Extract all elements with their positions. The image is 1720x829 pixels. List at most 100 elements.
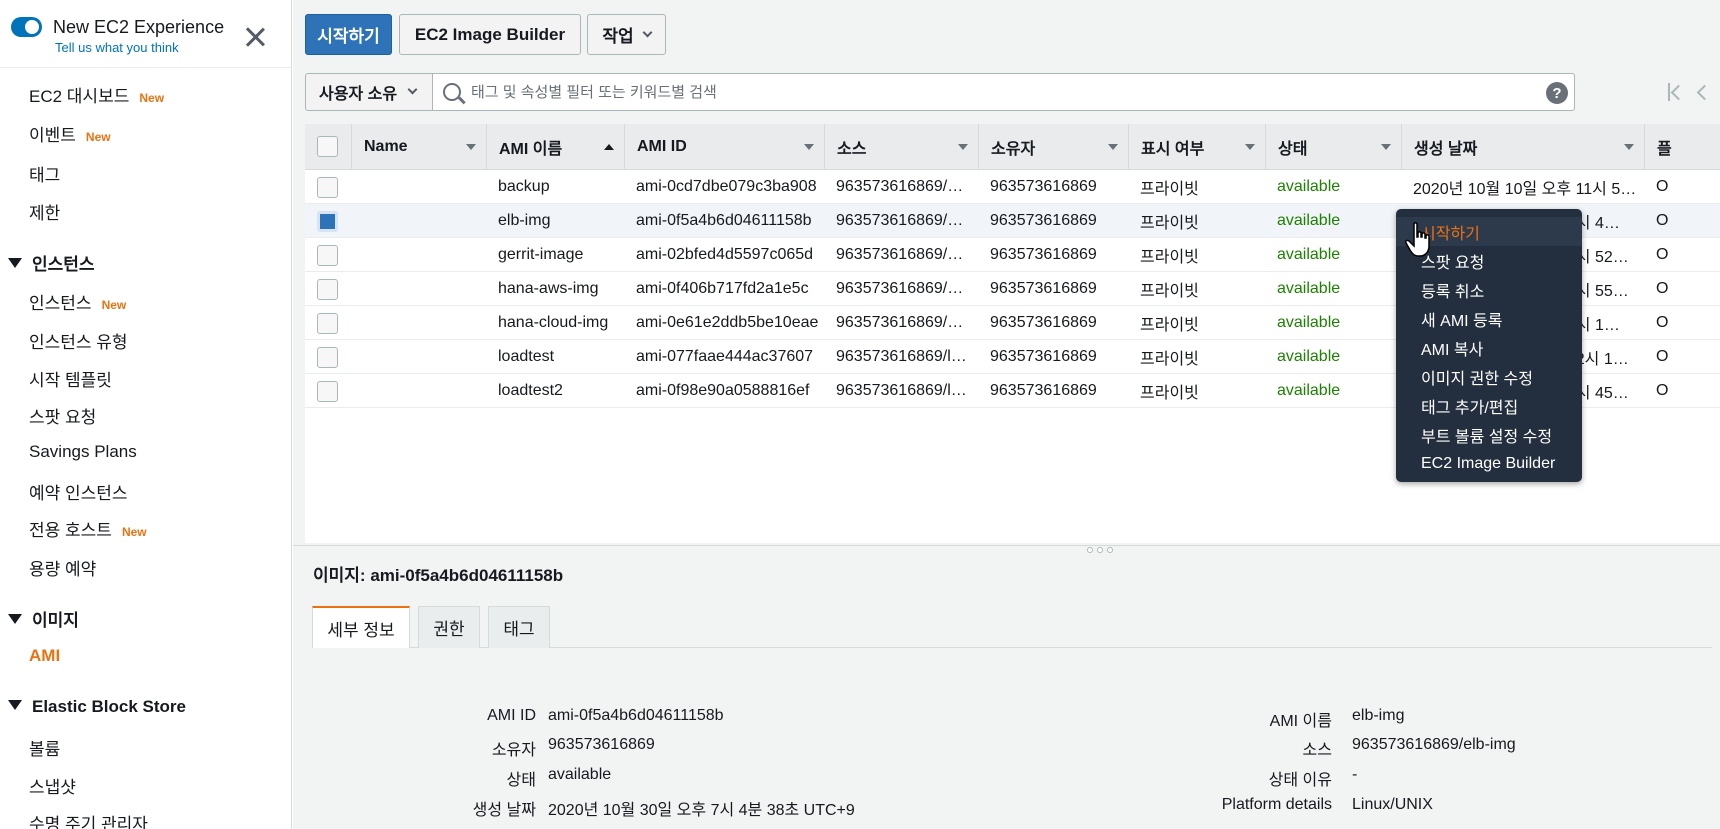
cell-name (351, 272, 486, 306)
details-tabs: 세부 정보 권한 태그 (312, 606, 1712, 649)
section-label: 이미지 (32, 611, 79, 630)
row-checkbox[interactable] (317, 177, 338, 198)
launch-button[interactable]: 시작하기 (305, 14, 392, 55)
cell-status: available (1277, 314, 1341, 331)
menu-item-copy-ami[interactable]: AMI 복사 (1396, 333, 1582, 362)
tab-permissions[interactable]: 권한 (418, 606, 480, 648)
cell-platform: O (1656, 348, 1669, 365)
sidebar-section-instances[interactable]: 인스턴스 (8, 250, 95, 275)
menu-item-deregister[interactable]: 등록 취소 (1396, 275, 1582, 304)
section-label: 인스턴스 (32, 255, 95, 274)
feedback-link[interactable]: Tell us what you think (55, 40, 179, 55)
sidebar-item-label: 인스턴스 (29, 294, 92, 313)
cell-name (351, 238, 486, 272)
actions-label: 작업 (602, 27, 634, 46)
cell-ami-id: ami-0e61e2ddb5be10eae (636, 314, 819, 331)
sidebar-item-volumes[interactable]: 볼륨 (29, 735, 60, 760)
cell-ami-name: hana-aws-img (498, 280, 599, 297)
sidebar-item-events[interactable]: 이벤트 New (29, 121, 111, 146)
detail-label-status: 상태 (506, 772, 536, 789)
close-icon[interactable] (244, 26, 266, 48)
cell-source: 963573616869/… (836, 178, 964, 195)
column-header-source[interactable]: 소스 (824, 124, 978, 170)
sidebar-item-lifecycle-manager[interactable]: 수명 주기 관리자 (29, 810, 148, 829)
tab-tags[interactable]: 태그 (488, 606, 550, 648)
row-checkbox[interactable] (317, 313, 338, 334)
sidebar-item-instances[interactable]: 인스턴스 New (29, 289, 126, 314)
sidebar-item-instance-types[interactable]: 인스턴스 유형 (29, 328, 128, 353)
cell-status: available (1277, 348, 1341, 365)
cell-creation-date: 2020년 10월 10일 오후 11시 5… (1413, 181, 1637, 198)
cell-ami-id: ami-02bfed4d5597c065d (636, 246, 814, 263)
sidebar-item-reserved-instances[interactable]: 예약 인스턴스 (29, 479, 128, 504)
column-header-name[interactable]: Name (351, 124, 486, 170)
detail-value-ami-name: elb-img (1352, 707, 1405, 724)
details-title-value: ami-0f5a4b6d04611158b (370, 566, 564, 585)
menu-item-ec2-image-builder[interactable]: EC2 Image Builder (1396, 449, 1582, 478)
sidebar-item-snapshots[interactable]: 스냅샷 (29, 773, 76, 798)
new-badge: New (121, 525, 147, 539)
column-header-ami-name[interactable]: AMI 이름 (486, 124, 624, 170)
row-checkbox[interactable] (317, 211, 338, 232)
sort-icon (466, 144, 476, 150)
search-input[interactable] (471, 74, 1521, 110)
cell-platform: O (1656, 246, 1669, 263)
detail-label-ami-id: AMI ID (487, 707, 536, 724)
detail-label-ami-name: AMI 이름 (1269, 713, 1332, 730)
sidebar-item-capacity-reservations[interactable]: 용량 예약 (29, 555, 96, 580)
actions-button[interactable]: 작업 (587, 14, 666, 55)
cell-owner: 963573616869 (990, 246, 1097, 263)
table-row[interactable]: backup ami-0cd7dbe079c3ba908 963573616869/… (305, 170, 1720, 204)
cell-status: available (1277, 178, 1341, 195)
row-checkbox[interactable] (317, 347, 338, 368)
cell-ami-name: loadtest (498, 348, 555, 365)
menu-item-modify-boot-volume-setting[interactable]: 부트 볼륨 설정 수정 (1396, 420, 1582, 449)
help-icon[interactable]: ? (1546, 82, 1568, 104)
menu-item-add-edit-tags[interactable]: 태그 추가/편집 (1396, 391, 1582, 420)
previous-page-icon[interactable] (1695, 82, 1709, 102)
image-builder-button[interactable]: EC2 Image Builder (399, 14, 581, 55)
sidebar-section-images[interactable]: 이미지 (8, 606, 79, 631)
sidebar-item-limits[interactable]: 제한 (29, 199, 60, 224)
tab-details[interactable]: 세부 정보 (312, 606, 410, 649)
detail-value-ami-id: ami-0f5a4b6d04611158b (548, 707, 724, 724)
sidebar-item-dedicated-hosts[interactable]: 전용 호스트 New (29, 516, 147, 541)
menu-item-register-new-ami[interactable]: 새 AMI 등록 (1396, 304, 1582, 333)
select-all-checkbox[interactable] (317, 136, 338, 157)
column-header-creation-date[interactable]: 생성 날짜 (1401, 124, 1644, 170)
drag-grip-icon[interactable] (1087, 547, 1113, 553)
sidebar-item-tags[interactable]: 태그 (29, 161, 60, 186)
owner-filter-select[interactable]: 사용자 소유 (305, 73, 433, 111)
column-header-owner[interactable]: 소유자 (978, 124, 1128, 170)
sidebar-item-label: 이벤트 (29, 126, 76, 145)
sidebar-item-savings-plans[interactable]: Savings Plans (29, 442, 137, 462)
sidebar-section-ebs[interactable]: Elastic Block Store (8, 697, 186, 717)
first-page-icon[interactable] (1666, 82, 1682, 102)
column-header-visibility[interactable]: 표시 여부 (1128, 124, 1265, 170)
details-title-label: 이미지: (313, 566, 366, 585)
column-label: 생성 날짜 (1414, 141, 1478, 158)
cell-owner: 963573616869 (990, 212, 1097, 229)
row-checkbox[interactable] (317, 245, 338, 266)
column-header-status[interactable]: 상태 (1265, 124, 1401, 170)
menu-item-modify-image-permissions[interactable]: 이미지 권한 수정 (1396, 362, 1582, 391)
cell-visibility: 프라이빗 (1140, 283, 1199, 300)
row-checkbox[interactable] (317, 381, 338, 402)
cell-visibility: 프라이빗 (1140, 181, 1199, 198)
column-header-ami-id[interactable]: AMI ID (624, 124, 824, 170)
cell-status: available (1277, 246, 1341, 263)
sidebar-item-ami[interactable]: AMI (29, 646, 60, 666)
detail-value-creation-date: 2020년 10월 30일 오후 7시 4분 38초 UTC+9 (548, 802, 855, 819)
details-title: 이미지: ami-0f5a4b6d04611158b (313, 561, 563, 586)
sidebar-item-spot-requests[interactable]: 스팟 요청 (29, 403, 96, 428)
new-experience-toggle[interactable] (11, 17, 42, 37)
sidebar-item-launch-templates[interactable]: 시작 템플릿 (29, 366, 112, 391)
detail-value-source: 963573616869/elb-img (1352, 736, 1516, 753)
search-box: ? (432, 73, 1575, 111)
column-header-platform[interactable]: 플 (1644, 124, 1720, 170)
row-checkbox[interactable] (317, 279, 338, 300)
pane-resize-handle[interactable] (293, 545, 1720, 551)
sidebar-item-dashboard[interactable]: EC2 대시보드 New (29, 82, 164, 107)
detail-label-creation-date: 생성 날짜 (472, 802, 536, 819)
cell-source: 963573616869/… (836, 314, 964, 331)
